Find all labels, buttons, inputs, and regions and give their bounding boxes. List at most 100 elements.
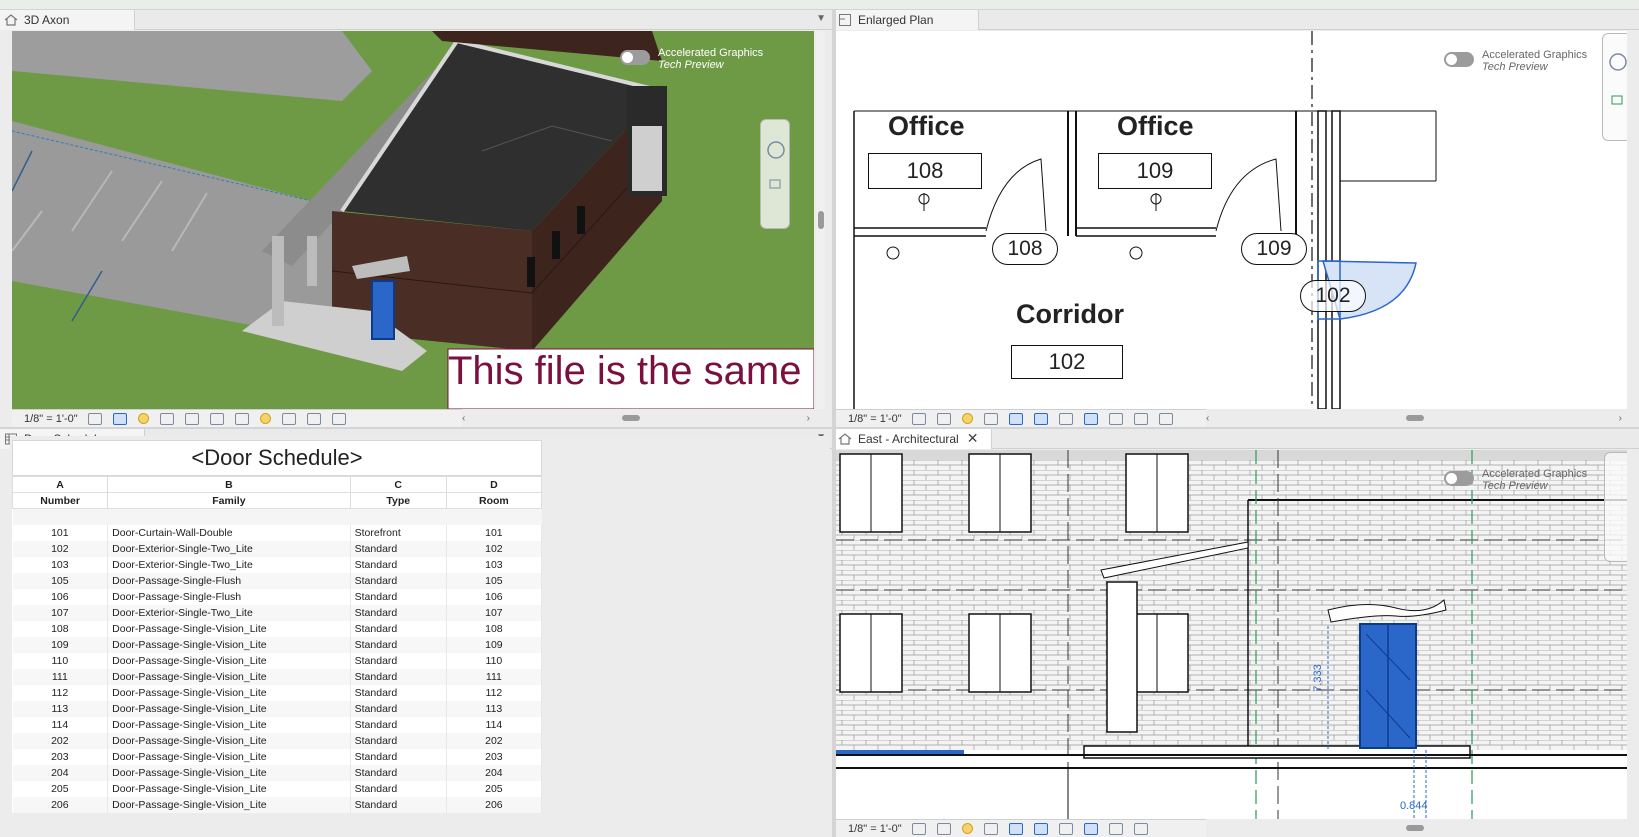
- cell-type[interactable]: Standard: [350, 620, 447, 637]
- axon-viewport[interactable]: This file is the same Accelerated Graphi…: [12, 31, 814, 409]
- cell-number[interactable]: 101: [12, 524, 109, 541]
- plan-viewport[interactable]: Office 108 Office 109 Corridor 102 108 1…: [836, 31, 1627, 409]
- tab-east-architectural[interactable]: East - Architectural ✕: [834, 428, 992, 449]
- cell-type[interactable]: Standard: [350, 556, 447, 573]
- cell-number[interactable]: 109: [12, 636, 109, 653]
- tab-3d-axon[interactable]: 3D Axon: [0, 9, 135, 30]
- cell-room[interactable]: 113: [446, 700, 543, 717]
- cell-number[interactable]: 108: [12, 620, 109, 637]
- door-tag-108[interactable]: 108: [992, 233, 1058, 265]
- table-row[interactable]: 102 Door-Exterior-Single-Two_Lite Standard…: [12, 540, 543, 557]
- cell-family[interactable]: Door-Passage-Single-Vision_Lite: [107, 716, 351, 733]
- tab-enlarged-plan[interactable]: Enlarged Plan: [834, 9, 979, 30]
- cell-type[interactable]: Standard: [350, 636, 447, 653]
- reveal-hidden-icon[interactable]: [306, 412, 321, 425]
- door-height-dimension[interactable]: 7.333: [1312, 664, 1324, 692]
- door-width-dimension[interactable]: 0.844: [1400, 800, 1428, 812]
- detail-level-icon[interactable]: [87, 412, 102, 425]
- shadows-icon[interactable]: [983, 412, 998, 425]
- close-tab-icon[interactable]: ✕: [967, 430, 979, 447]
- sun-path-icon[interactable]: [137, 413, 149, 424]
- cell-family[interactable]: Door-Passage-Single-Vision_Lite: [107, 684, 351, 701]
- cell-room[interactable]: 206: [446, 796, 543, 813]
- cell-family[interactable]: Door-Passage-Single-Vision_Lite: [107, 732, 351, 749]
- schedule-title[interactable]: <Door Schedule>: [12, 440, 542, 476]
- crop-view-icon[interactable]: [209, 412, 224, 425]
- cell-number[interactable]: 107: [12, 604, 109, 621]
- column-header-type[interactable]: Type: [349, 492, 447, 509]
- reveal-hidden-icon[interactable]: [1083, 822, 1098, 835]
- show-crop-icon[interactable]: [1033, 412, 1048, 425]
- axon-vertical-scrollbar[interactable]: [816, 31, 825, 409]
- cell-number[interactable]: 114: [12, 716, 109, 733]
- reveal-hidden-icon[interactable]: [1083, 412, 1098, 425]
- table-row[interactable]: 109 Door-Passage-Single-Vision_Lite Standa…: [12, 636, 543, 653]
- detail-level-icon[interactable]: [911, 822, 926, 835]
- cell-type[interactable]: Standard: [350, 796, 447, 813]
- cell-room[interactable]: 112: [446, 684, 543, 701]
- column-letter[interactable]: A: [11, 476, 109, 493]
- cell-room[interactable]: 205: [446, 780, 543, 797]
- scroll-right-icon[interactable]: ›: [807, 413, 810, 424]
- worksharing-icon[interactable]: [1108, 822, 1123, 835]
- cell-room[interactable]: 204: [446, 764, 543, 781]
- accelerated-graphics-toggle-east[interactable]: Accelerated Graphics Tech Preview: [1444, 468, 1587, 492]
- sun-path-icon[interactable]: [961, 413, 973, 424]
- scroll-thumb[interactable]: [622, 415, 640, 421]
- plan-horizontal-scrollbar[interactable]: ‹ ›: [1206, 413, 1626, 424]
- table-row[interactable]: 114 Door-Passage-Single-Vision_Lite Standa…: [12, 716, 543, 733]
- cell-room[interactable]: 107: [446, 604, 543, 621]
- cell-room[interactable]: 110: [446, 652, 543, 669]
- visual-style-icon[interactable]: [112, 412, 127, 425]
- temp-hide-icon[interactable]: [281, 412, 296, 425]
- toggle-switch[interactable]: [1444, 471, 1474, 486]
- table-row[interactable]: 105 Door-Passage-Single-Flush Standard 105: [12, 572, 543, 589]
- column-letter[interactable]: B: [107, 476, 351, 493]
- cell-number[interactable]: 204: [12, 764, 109, 781]
- column-letter[interactable]: D: [445, 476, 543, 493]
- temp-hide-icon[interactable]: [1058, 412, 1073, 425]
- cell-number[interactable]: 202: [12, 732, 109, 749]
- render-icon[interactable]: [184, 412, 199, 425]
- room-name-office-108[interactable]: Office: [888, 111, 965, 142]
- table-row[interactable]: 204 Door-Passage-Single-Vision_Lite Standa…: [12, 764, 543, 781]
- cell-room[interactable]: 102: [446, 540, 543, 557]
- east-horizontal-scrollbar[interactable]: [1206, 823, 1626, 833]
- cell-type[interactable]: Standard: [350, 716, 447, 733]
- cell-type[interactable]: Standard: [350, 652, 447, 669]
- crop-view-icon[interactable]: [1008, 822, 1023, 835]
- horizontal-pane-divider[interactable]: [0, 427, 1639, 429]
- cell-room[interactable]: 108: [446, 620, 543, 637]
- scale-label[interactable]: 1/8" = 1'-0": [24, 413, 78, 425]
- cell-number[interactable]: 206: [12, 796, 109, 813]
- cell-number[interactable]: 111: [12, 668, 109, 685]
- scroll-thumb[interactable]: [818, 211, 824, 229]
- cell-family[interactable]: Door-Passage-Single-Vision_Lite: [107, 764, 351, 781]
- cell-room[interactable]: 101: [446, 524, 543, 541]
- cell-number[interactable]: 203: [12, 748, 109, 765]
- cell-type[interactable]: Standard: [350, 540, 447, 557]
- cell-room[interactable]: 202: [446, 732, 543, 749]
- toggle-switch[interactable]: [1444, 52, 1474, 67]
- design-options-icon[interactable]: [1133, 822, 1148, 835]
- cell-family[interactable]: Door-Passage-Single-Vision_Lite: [107, 652, 351, 669]
- toggle-switch[interactable]: [620, 50, 650, 65]
- room-number-109[interactable]: 109: [1098, 153, 1212, 189]
- cell-type[interactable]: Storefront: [350, 524, 447, 541]
- crop-view-icon[interactable]: [1008, 412, 1023, 425]
- east-navigation-bar[interactable]: [1604, 452, 1627, 562]
- scroll-thumb[interactable]: [1406, 825, 1424, 831]
- cell-number[interactable]: 113: [12, 700, 109, 717]
- table-row[interactable]: 101 Door-Curtain-Wall-Double Storefront 101: [12, 524, 543, 541]
- cell-type[interactable]: Standard: [350, 572, 447, 589]
- cell-room[interactable]: 111: [446, 668, 543, 685]
- cell-family[interactable]: Door-Exterior-Single-Two_Lite: [107, 604, 351, 621]
- table-row[interactable]: 108 Door-Passage-Single-Vision_Lite Standa…: [12, 620, 543, 637]
- table-row[interactable]: 107 Door-Exterior-Single-Two_Lite Standard…: [12, 604, 543, 621]
- analytical-model-icon[interactable]: [331, 412, 346, 425]
- door-tag-109[interactable]: 109: [1241, 233, 1307, 265]
- cell-type[interactable]: Standard: [350, 588, 447, 605]
- cell-number[interactable]: 106: [12, 588, 109, 605]
- sun-path-icon[interactable]: [961, 823, 973, 834]
- cell-family[interactable]: Door-Passage-Single-Vision_Lite: [107, 796, 351, 813]
